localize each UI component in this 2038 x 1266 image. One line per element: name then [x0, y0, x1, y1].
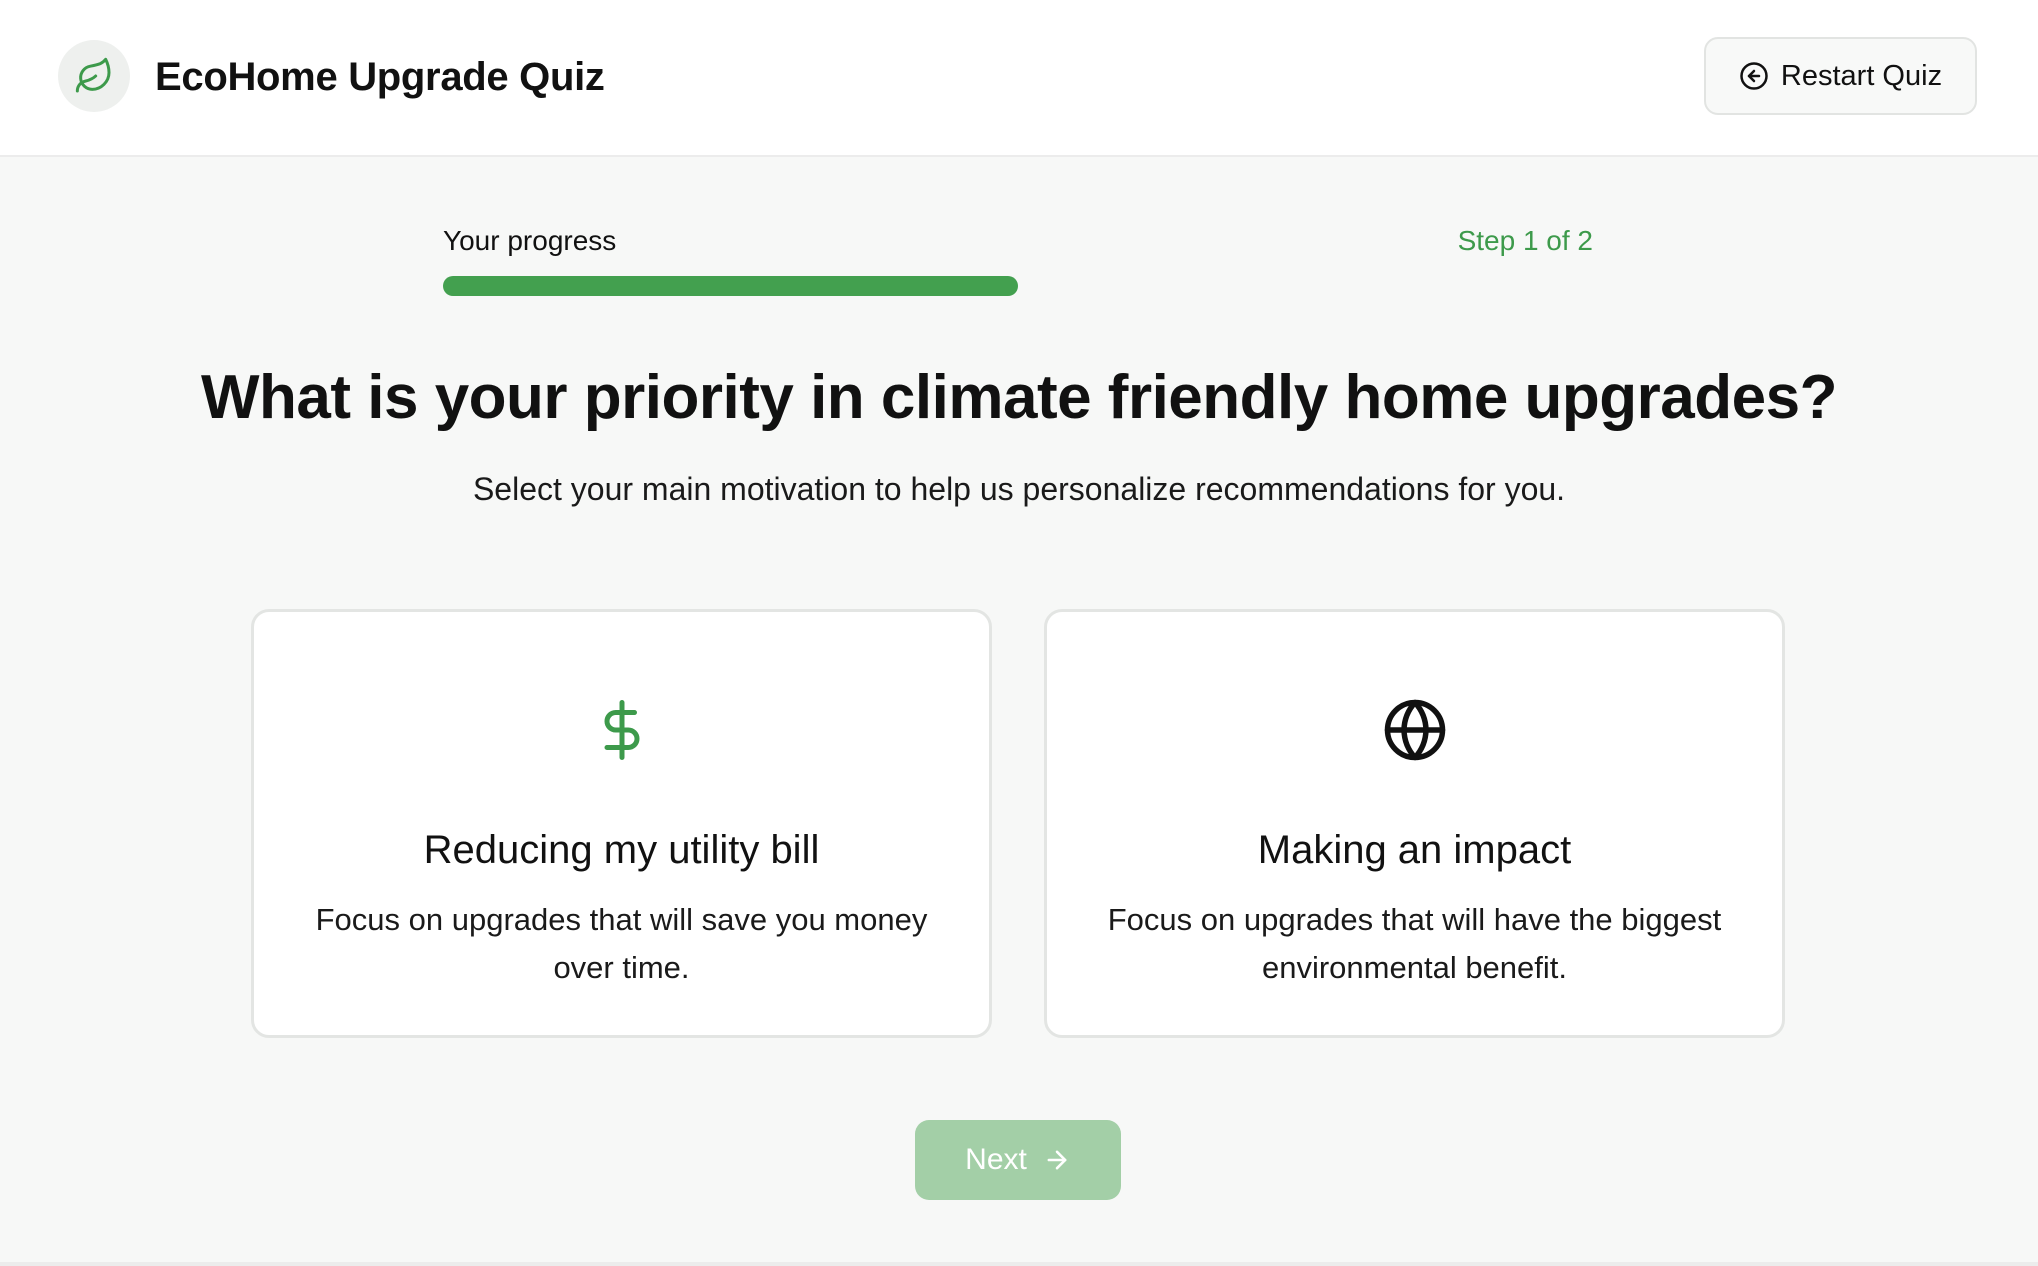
progress-bar-fill: [443, 276, 1018, 296]
question-subtitle: Select your main motivation to help us p…: [472, 471, 1566, 507]
progress-bar: [443, 276, 1593, 296]
circle-arrow-left-icon: [1739, 61, 1769, 91]
question-title: What is your priority in climate friendl…: [201, 363, 1837, 432]
restart-quiz-label: Restart Quiz: [1780, 59, 1943, 92]
leaf-icon: [75, 57, 111, 93]
app-header: EcoHome Upgrade Quiz Restart Quiz: [0, 0, 2038, 157]
bottom-divider: [0, 1262, 2038, 1266]
next-button[interactable]: Next: [915, 1120, 1121, 1200]
option-card-make-impact[interactable]: Making an impact Focus on upgrades that …: [1044, 609, 1785, 1038]
option-description: Focus on upgrades that will save you mon…: [315, 902, 928, 985]
restart-quiz-button[interactable]: Restart Quiz: [1704, 37, 1977, 115]
next-label: Next: [965, 1143, 1027, 1176]
option-card-reduce-bill[interactable]: Reducing my utility bill Focus on upgrad…: [251, 609, 992, 1038]
progress-label: Your progress: [443, 225, 617, 256]
arrow-right-icon: [1047, 1150, 1067, 1170]
globe-icon: [1047, 695, 1782, 765]
option-description: Focus on upgrades that will have the big…: [1107, 902, 1722, 985]
app-title: EcoHome Upgrade Quiz: [155, 55, 605, 99]
logo: [58, 40, 130, 112]
step-indicator: Step 1 of 2: [1457, 225, 1593, 256]
option-title: Reducing my utility bill: [423, 828, 820, 872]
option-title: Making an impact: [1257, 828, 1572, 872]
dollar-icon: [254, 695, 989, 765]
